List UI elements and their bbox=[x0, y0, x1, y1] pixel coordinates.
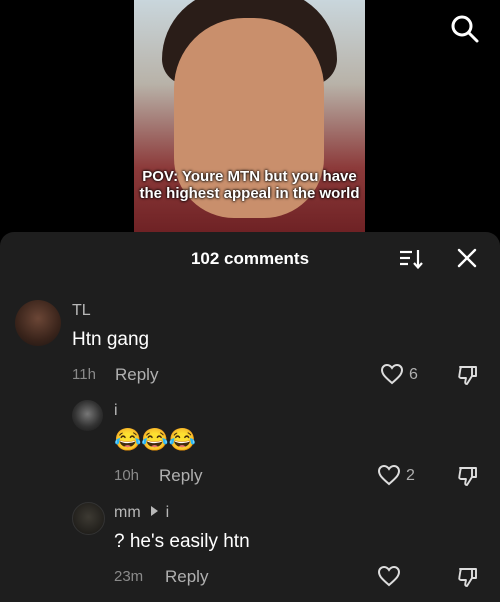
like-button[interactable] bbox=[377, 565, 401, 587]
caret-right-icon bbox=[151, 506, 159, 516]
comments-count: 102 comments bbox=[190, 249, 310, 268]
dislike-button[interactable] bbox=[457, 465, 479, 487]
comment-text: ? he's easily htn bbox=[114, 531, 250, 552]
comment-time: 11h bbox=[72, 366, 96, 383]
like-button[interactable] bbox=[377, 464, 401, 486]
search-icon bbox=[451, 15, 479, 43]
thumbs-down-icon bbox=[458, 366, 477, 385]
like-count: 2 bbox=[406, 467, 415, 484]
comment-text: Htn gang bbox=[72, 329, 150, 350]
avatar[interactable] bbox=[72, 502, 105, 535]
heart-icon bbox=[377, 565, 401, 587]
comment-time: 10h bbox=[114, 467, 140, 484]
comment-username[interactable]: TL bbox=[72, 302, 91, 320]
reply-button[interactable]: Reply bbox=[159, 466, 202, 486]
comments-header: 102 comments bbox=[0, 232, 500, 284]
comment-text: 😂😂😂 bbox=[114, 427, 197, 452]
sort-button[interactable] bbox=[398, 247, 424, 271]
thumbs-down-icon bbox=[458, 467, 477, 486]
comment-username[interactable]: i bbox=[114, 402, 118, 420]
close-icon bbox=[457, 248, 477, 268]
comment-time: 23m bbox=[114, 568, 144, 585]
avatar[interactable] bbox=[72, 400, 103, 431]
like-count: 6 bbox=[409, 366, 418, 383]
like-button[interactable] bbox=[380, 363, 404, 385]
heart-icon bbox=[377, 464, 401, 486]
comments-panel: 102 comments TL Htn gang 11h Reply 6 i 😂… bbox=[0, 232, 500, 602]
reply-to-username[interactable]: i bbox=[166, 504, 170, 521]
thumbs-down-icon bbox=[458, 568, 477, 587]
close-button[interactable] bbox=[455, 246, 479, 270]
video-caption: POV: Youre MTN but you have the highest … bbox=[139, 168, 360, 202]
avatar[interactable] bbox=[15, 300, 61, 346]
reply-button[interactable]: Reply bbox=[115, 365, 158, 385]
sort-icon bbox=[400, 250, 423, 270]
search-button[interactable] bbox=[448, 12, 480, 44]
comment-username[interactable]: mm bbox=[114, 504, 141, 521]
reply-button[interactable]: Reply bbox=[165, 567, 208, 587]
video-player[interactable]: POV: Youre MTN but you have the highest … bbox=[0, 0, 500, 240]
reply-attribution: mm i bbox=[114, 504, 169, 524]
dislike-button[interactable] bbox=[457, 566, 479, 588]
video-frame: POV: Youre MTN but you have the highest … bbox=[134, 0, 365, 240]
dislike-button[interactable] bbox=[457, 364, 479, 386]
heart-icon bbox=[380, 363, 404, 385]
